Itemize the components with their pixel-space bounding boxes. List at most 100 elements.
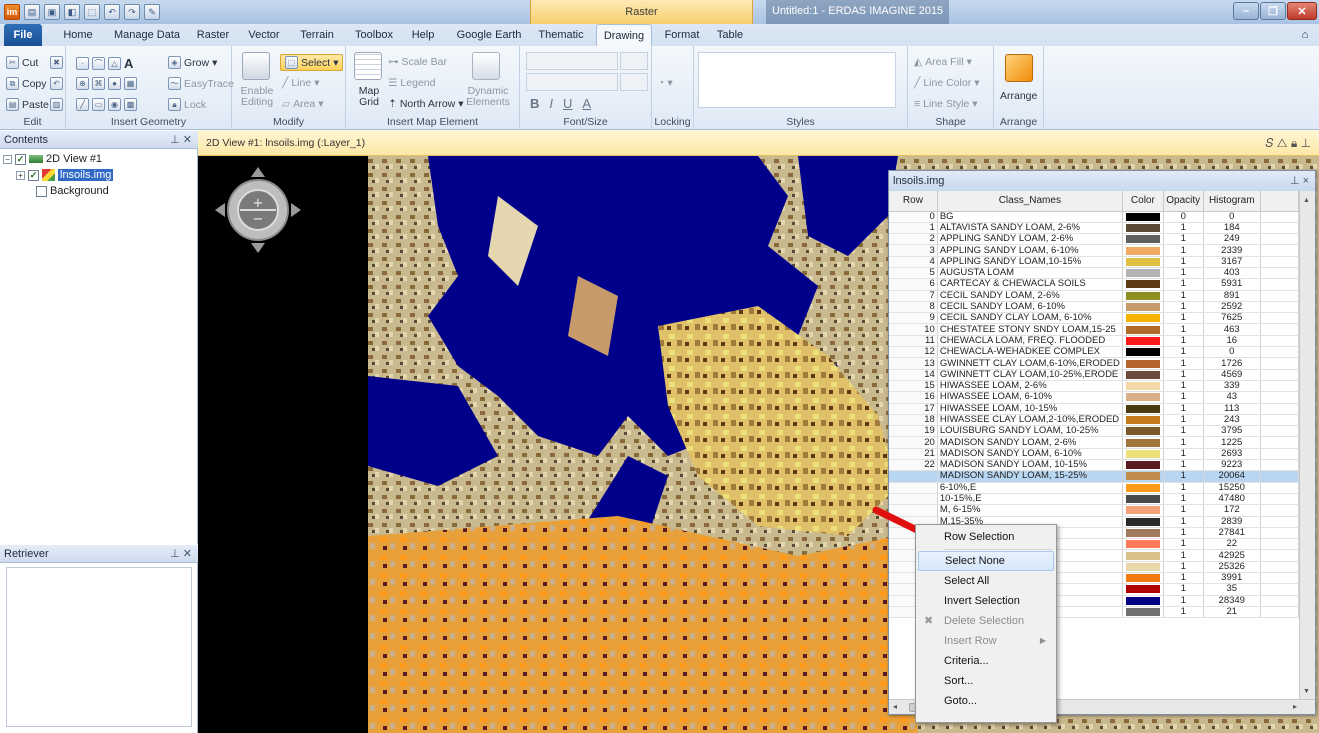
color-swatch[interactable] xyxy=(1125,608,1160,617)
table-cell-histogram[interactable]: 3167 xyxy=(1203,256,1261,268)
grow-button[interactable]: ◈ Grow ▾ xyxy=(168,56,217,69)
table-row[interactable]: 12 CHEWACLA-WEHADKEE COMPLEX 1 0 xyxy=(889,346,1299,359)
tab-drawing[interactable]: Drawing xyxy=(596,24,652,46)
table-row[interactable]: 21 MADISON SANDY LOAM, 6-10% 1 2693 xyxy=(889,448,1299,461)
table-cell-empty[interactable] xyxy=(1260,493,1299,506)
tab-help[interactable]: Help xyxy=(406,24,440,46)
table-cell-class-name[interactable]: APPLING SANDY LOAM,10-15% xyxy=(937,256,1123,268)
table-cell-class-name[interactable]: CHEWACLA LOAM, FREQ. FLOODED xyxy=(937,335,1123,348)
table-row[interactable]: 6 CARTECAY & CHEWACLA SOILS 1 5931 xyxy=(889,278,1299,291)
table-cell-color[interactable] xyxy=(1122,222,1164,235)
color-swatch[interactable] xyxy=(1125,483,1160,492)
color-swatch[interactable] xyxy=(1125,348,1160,357)
color-swatch[interactable] xyxy=(1125,382,1160,391)
table-cell-empty[interactable] xyxy=(1260,482,1299,494)
table-cell-empty[interactable] xyxy=(1260,290,1299,302)
table-cell-histogram[interactable]: 20064 xyxy=(1203,470,1261,483)
zoom-out-icon[interactable]: − xyxy=(253,212,264,227)
table-cell-empty[interactable] xyxy=(1260,380,1299,393)
table-cell-row[interactable]: 11 xyxy=(889,335,938,348)
table-cell-row[interactable]: 9 xyxy=(889,312,938,325)
table-cell-opacity[interactable]: 1 xyxy=(1163,527,1204,540)
table-cell-class-name[interactable]: MADISON SANDY LOAM, 2-6% xyxy=(937,436,1123,449)
table-cell-row[interactable]: 4 xyxy=(889,256,938,268)
table-cell-row[interactable]: 13 xyxy=(889,357,938,370)
table-cell-opacity[interactable]: 1 xyxy=(1163,504,1204,517)
scale-bar-button[interactable]: ⊶ Scale Bar xyxy=(388,56,447,68)
open-icon[interactable]: ▤ xyxy=(24,4,40,20)
select-button[interactable]: ⬚ Select ▾ xyxy=(280,54,344,71)
easytrace-button[interactable]: 〜 EasyTrace xyxy=(168,77,234,90)
color-swatch[interactable] xyxy=(1125,528,1160,537)
table-cell-color[interactable] xyxy=(1122,595,1164,607)
table-cell-opacity[interactable]: 1 xyxy=(1163,493,1204,506)
table-row[interactable]: 7 CECIL SANDY LOAM, 2-6% 1 891 xyxy=(889,290,1299,302)
tab-vector[interactable]: Vector xyxy=(242,24,286,46)
table-cell-color[interactable] xyxy=(1122,470,1164,483)
clipboard-icon[interactable]: ▥ xyxy=(50,98,63,111)
table-cell-opacity[interactable]: 1 xyxy=(1163,278,1204,291)
table-cell-row[interactable]: 8 xyxy=(889,301,938,314)
dynamic-elements-button[interactable]: Dynamic Elements xyxy=(462,86,514,108)
table-cell-opacity[interactable]: 1 xyxy=(1163,335,1204,348)
table-cell-color[interactable] xyxy=(1122,436,1164,449)
font-color-button[interactable]: A xyxy=(582,96,591,111)
line-tools[interactable]: ╱ ▭ ◉ ▩ xyxy=(76,98,137,111)
table-cell-color[interactable] xyxy=(1122,414,1164,427)
table-cell-color[interactable] xyxy=(1122,493,1164,506)
tree-item-layer[interactable]: + ✓ lnsoils.img xyxy=(16,169,114,181)
table-cell-empty[interactable] xyxy=(1260,256,1299,268)
table-cell-color[interactable] xyxy=(1122,244,1164,257)
table-cell-opacity[interactable]: 1 xyxy=(1163,436,1204,449)
color-swatch[interactable] xyxy=(1125,415,1160,424)
table-cell-opacity[interactable]: 1 xyxy=(1163,516,1204,528)
table-cell-histogram[interactable]: 0 xyxy=(1203,211,1261,223)
save-icon[interactable]: ▣ xyxy=(44,4,60,20)
app-logo-icon[interactable]: im xyxy=(4,4,20,20)
table-cell-histogram[interactable]: 463 xyxy=(1203,323,1261,336)
table-row[interactable]: 1 ALTAVISTA SANDY LOAM, 2-6% 1 184 xyxy=(889,222,1299,235)
table-cell-row[interactable]: 21 xyxy=(889,448,938,461)
table-cell-opacity[interactable]: 1 xyxy=(1163,301,1204,314)
color-swatch[interactable] xyxy=(1125,540,1160,549)
table-row[interactable]: 18 HIWASSEE CLAY LOAM,2-10%,ERODED 1 243 xyxy=(889,414,1299,427)
table-cell-histogram[interactable]: 47480 xyxy=(1203,493,1261,506)
table-cell-class-name[interactable]: CECIL SANDY LOAM, 6-10% xyxy=(937,301,1123,314)
tab-thematic[interactable]: Thematic xyxy=(534,24,588,46)
table-cell-empty[interactable] xyxy=(1260,516,1299,528)
table-cell-empty[interactable] xyxy=(1260,470,1299,483)
table-cell-empty[interactable] xyxy=(1260,606,1299,619)
table-cell-histogram[interactable]: 43 xyxy=(1203,391,1261,404)
table-row[interactable]: 0 BG 0 0 xyxy=(889,211,1299,223)
table-cell-class-name[interactable]: CECIL SANDY CLAY LOAM, 6-10% xyxy=(937,312,1123,325)
table-cell-histogram[interactable]: 3991 xyxy=(1203,572,1261,585)
table-cell-color[interactable] xyxy=(1122,482,1164,494)
color-swatch[interactable] xyxy=(1125,404,1160,413)
table-cell-row[interactable]: 18 xyxy=(889,414,938,427)
table-cell-row[interactable]: 3 xyxy=(889,244,938,257)
menu-item-invert-selection[interactable]: Invert Selection xyxy=(918,591,1054,611)
table-cell-color[interactable] xyxy=(1122,583,1164,596)
font-size2-combo[interactable] xyxy=(620,73,648,91)
table-cell-histogram[interactable]: 339 xyxy=(1203,380,1261,393)
zoom-in-icon[interactable]: + xyxy=(253,196,264,211)
table-cell-class-name[interactable]: ALTAVISTA SANDY LOAM, 2-6% xyxy=(937,222,1123,235)
tab-table[interactable]: Table xyxy=(712,24,748,46)
table-row[interactable]: 8 CECIL SANDY LOAM, 6-10% 1 2592 xyxy=(889,301,1299,314)
table-cell-empty[interactable] xyxy=(1260,572,1299,585)
tab-manage-data[interactable]: Manage Data xyxy=(110,24,184,46)
table-cell-row[interactable]: 20 xyxy=(889,436,938,449)
retriever-list[interactable] xyxy=(6,567,192,727)
table-row[interactable]: 6-10%,E 1 15250 xyxy=(889,482,1299,494)
table-cell-class-name[interactable]: HIWASSEE LOAM, 2-6% xyxy=(937,380,1123,393)
table-cell-row[interactable]: 0 xyxy=(889,211,938,223)
table-cell-empty[interactable] xyxy=(1260,335,1299,348)
table-row[interactable]: 20 MADISON SANDY LOAM, 2-6% 1 1225 xyxy=(889,436,1299,449)
table-cell-color[interactable] xyxy=(1122,278,1164,291)
tab-home[interactable]: Home xyxy=(58,24,98,46)
col-header-histogram[interactable]: Histogram xyxy=(1203,191,1261,212)
table-cell-empty[interactable] xyxy=(1260,425,1299,438)
north-arrow-button[interactable]: ⇡ North Arrow ▾ xyxy=(388,98,464,110)
table-cell-histogram[interactable]: 15250 xyxy=(1203,482,1261,494)
table-cell-row[interactable]: 19 xyxy=(889,425,938,438)
